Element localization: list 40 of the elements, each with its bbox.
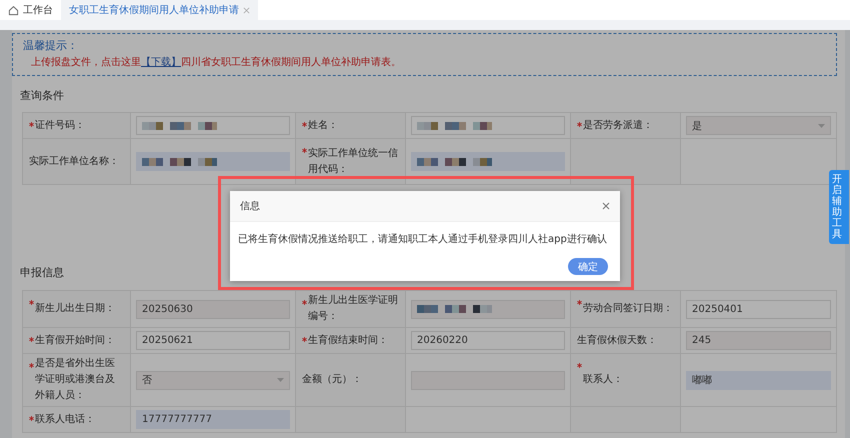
notice-title: 温馨提示： (23, 38, 79, 53)
input-field[interactable]: 20250621 (136, 331, 290, 350)
input-field[interactable]: 20260220 (411, 331, 565, 350)
input-field[interactable] (136, 152, 290, 171)
close-icon[interactable] (602, 202, 610, 210)
field-label: 实际工作单位统一信用代码： (296, 139, 406, 185)
side-tab[interactable]: 开启辅助工具 (829, 170, 849, 244)
dialog-title: 信息 (240, 200, 260, 213)
input-field[interactable] (411, 116, 565, 135)
page-tab[interactable]: 女职工生育休假期间用人单位补助申请 (61, 0, 258, 20)
field-label: 是否是省外出生医学证明或港澳台及外籍人员： (23, 354, 131, 407)
input-field[interactable] (411, 152, 565, 171)
input-field[interactable]: 20250401 (686, 300, 831, 318)
input-field[interactable]: 17777777777 (136, 410, 290, 429)
download-link[interactable]: 【下载】 (141, 57, 181, 68)
field-label: 劳动合同签订日期： (571, 291, 681, 328)
caret-icon (277, 378, 284, 382)
input-field[interactable] (136, 116, 290, 135)
field-label: 联系人： (571, 354, 681, 407)
notice-text: 上传报盘文件，点击这里【下载】四川省女职工生育休假期间用人单位补助申请表。 (30, 56, 402, 69)
field-label: 生育假结束时间： (296, 328, 406, 354)
home-icon (8, 4, 19, 16)
field-label: 是否劳务派遣： (571, 113, 681, 139)
field-label: 生育假休假天数： (571, 328, 681, 354)
field-label: 姓名： (296, 113, 406, 139)
dialog-message: 已将生育休假情况推送给职工，请通知职工本人通过手机登录四川人社app进行确认 (238, 234, 607, 245)
confirm-button[interactable]: 确定 (568, 258, 608, 275)
caret-icon (818, 124, 825, 128)
close-icon[interactable] (243, 6, 250, 14)
field-label: 联系人电话： (23, 407, 131, 433)
page-tab[interactable]: 工作台 (6, 0, 61, 20)
field-label: 生育假开始时间： (23, 328, 131, 354)
section-title: 申报信息 (20, 265, 64, 280)
field-label: 金额（元）： (296, 354, 406, 407)
field-label: 证件号码： (23, 113, 131, 139)
field-label: 实际工作单位名称： (23, 139, 131, 185)
field-label: 新生儿出生医学证明编号： (296, 291, 406, 328)
input-field[interactable]: 嘟嘟 (686, 370, 831, 390)
section-title: 查询条件 (20, 88, 64, 103)
field-label: 新生儿出生日期： (23, 291, 131, 328)
